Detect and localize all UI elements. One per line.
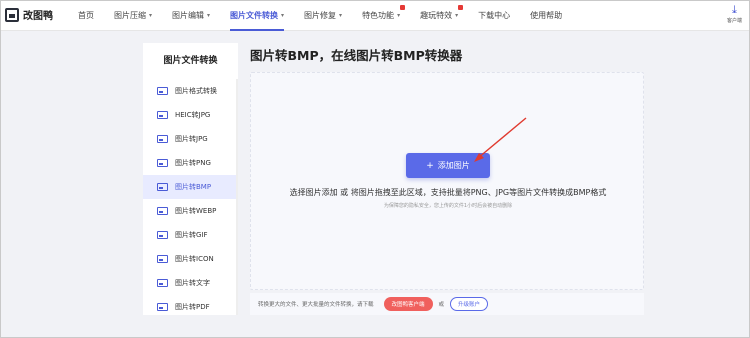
nav-item-label: 图片修复 bbox=[304, 11, 337, 20]
page-bottom bbox=[0, 322, 750, 338]
chevron-down-icon: ▾ bbox=[397, 12, 401, 19]
sidebar: 图片文件转换 图片格式转换 HEIC转JPG 图片转JPG 图片转PNG 图片转BMP 图… bbox=[143, 43, 238, 315]
image-icon bbox=[157, 303, 168, 311]
sidebar-title: 图片文件转换 bbox=[163, 56, 218, 66]
sidebar-item-label: 图片格式转换 bbox=[175, 87, 217, 95]
sidebar-item-label: 图片转BMP bbox=[175, 183, 212, 191]
logo-text: 改图鸭 bbox=[23, 11, 53, 22]
image-icon bbox=[157, 255, 168, 263]
image-icon bbox=[157, 159, 168, 167]
sidebar-item-label: 图片转WEBP bbox=[175, 207, 217, 215]
hot-badge-icon bbox=[400, 5, 406, 10]
main-nav: 首页 图片压缩 ▾ 图片编辑 ▾ 图片文件转换 ▾ 图片修复 ▾ 特色功能 ▾ 趣玩特效 ▾ 下载中心 使用… bbox=[78, 0, 582, 31]
nav-item-5[interactable]: 特色功能 ▾ bbox=[362, 0, 406, 31]
nav-item-4[interactable]: 图片修复 ▾ bbox=[304, 0, 342, 31]
sidebar-item-7[interactable]: 图片转ICON bbox=[143, 247, 238, 271]
privacy-note: 为保障您的隐私安全，您上传的文件1小时后会被自动删除 bbox=[383, 203, 513, 209]
sidebar-item-label: 图片转JPG bbox=[175, 135, 208, 143]
nav-item-7[interactable]: 下载中心 bbox=[478, 0, 510, 31]
add-image-label: 添加图片 bbox=[437, 161, 470, 170]
or-text: 或 bbox=[438, 302, 445, 308]
client-label: 客户端 bbox=[726, 18, 742, 24]
chevron-down-icon: ▾ bbox=[455, 12, 459, 19]
download-icon: ⤓ bbox=[732, 3, 737, 16]
sidebar-item-9[interactable]: 图片转PDF bbox=[143, 295, 238, 319]
sidebar-item-label: 图片转PDF bbox=[175, 303, 210, 311]
image-icon bbox=[157, 111, 168, 119]
sidebar-item-label: HEIC转JPG bbox=[175, 111, 211, 119]
logo[interactable]: 改图鸭 bbox=[5, 7, 53, 22]
nav-item-label: 图片编辑 bbox=[172, 11, 205, 20]
nav-item-3[interactable]: 图片文件转换 ▾ bbox=[230, 0, 285, 31]
sidebar-list: 图片格式转换 HEIC转JPG 图片转JPG 图片转PNG 图片转BMP 图片转WEBP 图… bbox=[143, 79, 238, 319]
sidebar-scrollbar[interactable] bbox=[236, 79, 238, 315]
sidebar-item-2[interactable]: 图片转JPG bbox=[143, 127, 238, 151]
top-navbar: 改图鸭 首页 图片压缩 ▾ 图片编辑 ▾ 图片文件转换 ▾ 图片修复 ▾ 特色功能 ▾ 趣玩特效 ▾ 下载… bbox=[0, 0, 750, 31]
nav-item-8[interactable]: 使用帮助 bbox=[530, 0, 562, 31]
nav-item-1[interactable]: 图片压缩 ▾ bbox=[114, 0, 152, 31]
footer-text: 转换更大的文件、更大批量的文件转换，请下载 bbox=[258, 302, 374, 308]
upload-dropzone[interactable]: + 添加图片 选择图片添加 或 将图片拖拽至此区域，支持批量将PNG、JPG等图… bbox=[250, 72, 644, 290]
chevron-down-icon: ▾ bbox=[281, 12, 285, 19]
nav-item-label: 趣玩特效 bbox=[420, 11, 453, 20]
image-icon bbox=[157, 207, 168, 215]
nav-item-2[interactable]: 图片编辑 ▾ bbox=[172, 0, 210, 31]
sidebar-item-4[interactable]: 图片转BMP bbox=[143, 175, 238, 199]
logo-icon bbox=[5, 7, 19, 22]
nav-item-label: 特色功能 bbox=[362, 11, 395, 20]
sidebar-item-5[interactable]: 图片转WEBP bbox=[143, 199, 238, 223]
sidebar-item-label: 图片转ICON bbox=[175, 255, 214, 263]
sidebar-item-6[interactable]: 图片转GIF bbox=[143, 223, 238, 247]
hot-badge-icon bbox=[458, 5, 464, 10]
nav-item-label: 图片文件转换 bbox=[230, 11, 279, 20]
client-download-button[interactable]: ⤓ 客户端 bbox=[726, 3, 742, 25]
chevron-down-icon: ▾ bbox=[149, 12, 153, 19]
sidebar-item-3[interactable]: 图片转PNG bbox=[143, 151, 238, 175]
upgrade-account-button[interactable]: 升级账户 bbox=[450, 297, 489, 311]
image-icon bbox=[157, 87, 168, 95]
red-arrow-annotation bbox=[474, 117, 527, 162]
nav-item-label: 使用帮助 bbox=[530, 11, 563, 20]
image-icon bbox=[157, 135, 168, 143]
nav-item-6[interactable]: 趣玩特效 ▾ bbox=[420, 0, 464, 31]
sidebar-item-label: 图片转PNG bbox=[175, 159, 211, 167]
sidebar-item-label: 图片转GIF bbox=[175, 231, 208, 239]
sidebar-item-1[interactable]: HEIC转JPG bbox=[143, 103, 238, 127]
client-button[interactable]: 改图鸭客户端 bbox=[383, 297, 433, 311]
sidebar-item-8[interactable]: 图片转文字 bbox=[143, 271, 238, 295]
image-icon bbox=[157, 231, 168, 239]
footer-bar: 转换更大的文件、更大批量的文件转换，请下载 改图鸭客户端 或 升级账户 bbox=[250, 293, 644, 315]
plus-icon: + bbox=[426, 160, 434, 171]
image-icon bbox=[157, 183, 168, 191]
chevron-down-icon: ▾ bbox=[339, 12, 343, 19]
sidebar-item-0[interactable]: 图片格式转换 bbox=[143, 79, 238, 103]
page-title: 图片转BMP，在线图片转BMP转换器 bbox=[250, 48, 463, 63]
nav-item-label: 图片压缩 bbox=[114, 11, 146, 20]
image-icon bbox=[157, 279, 168, 287]
sidebar-item-label: 图片转文字 bbox=[175, 279, 210, 287]
nav-item-label: 首页 bbox=[78, 11, 94, 20]
nav-item-label: 下载中心 bbox=[478, 11, 511, 20]
nav-item-0[interactable]: 首页 bbox=[78, 0, 94, 31]
upload-hint: 选择图片添加 或 将图片拖拽至此区域，支持批量将PNG、JPG等图片文件转换成B… bbox=[289, 188, 607, 197]
chevron-down-icon: ▾ bbox=[207, 12, 211, 19]
